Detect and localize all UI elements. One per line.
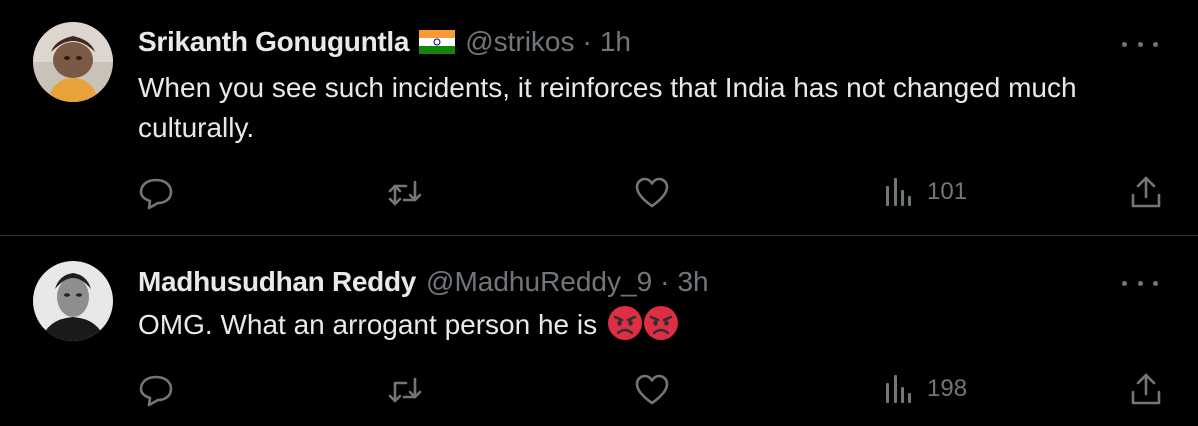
heart-icon [635,374,669,405]
tweet[interactable]: Madhusudhan Reddy @MadhuReddy_9 · 3h OMG… [0,237,1198,426]
angry-face-emoji-icon [643,305,679,341]
view-count: 101 [927,178,968,205]
like-button[interactable] [634,374,670,406]
retweet-icon [388,377,422,403]
share-icon [1131,373,1161,405]
share-button[interactable] [1130,175,1162,209]
more-options-icon[interactable] [1122,273,1158,293]
separator-dot: · [660,266,670,297]
views-button[interactable]: 101 [885,176,967,208]
retweet-button[interactable] [387,375,423,405]
tweet[interactable]: Srikanth Gonuguntla @strikos · 1h When y… [0,0,1198,236]
tweet-header: Srikanth Gonuguntla @strikos · 1h [138,22,631,62]
india-flag-icon [419,30,456,54]
more-options-icon[interactable] [1122,34,1158,54]
share-button[interactable] [1130,372,1162,406]
avatar[interactable] [33,261,113,341]
views-chart-icon [886,178,911,206]
angry-face-emoji-icon [607,305,643,341]
author-handle[interactable]: @MadhuReddy_9 [426,266,652,298]
share-icon [1131,176,1161,208]
views-chart-icon [886,375,911,403]
author-handle[interactable]: @strikos [465,26,574,58]
retweet-icon [388,180,422,206]
tweet-text: When you see such incidents, it reinforc… [138,72,1077,143]
like-button[interactable] [634,177,670,209]
avatar[interactable] [33,22,113,102]
reply-button[interactable] [138,373,174,407]
reply-icon [139,178,173,210]
view-count: 198 [927,375,968,402]
tweet-text-content: OMG. What an arrogant person he is [138,309,598,340]
views-button[interactable]: 198 [885,373,967,405]
heart-icon [635,177,669,208]
retweet-button[interactable] [387,178,423,208]
separator-dot: · [582,26,592,57]
timestamp[interactable]: 1h [600,26,631,58]
tweet-header: Madhusudhan Reddy @MadhuReddy_9 · 3h [138,262,709,302]
tweet-text: OMG. What an arrogant person he is [138,305,1128,345]
divider [0,235,1198,236]
reply-button[interactable] [138,176,174,210]
author-name[interactable]: Srikanth Gonuguntla [138,26,409,58]
reply-icon [139,375,173,407]
author-name[interactable]: Madhusudhan Reddy [138,266,416,298]
timestamp[interactable]: 3h [677,266,708,298]
